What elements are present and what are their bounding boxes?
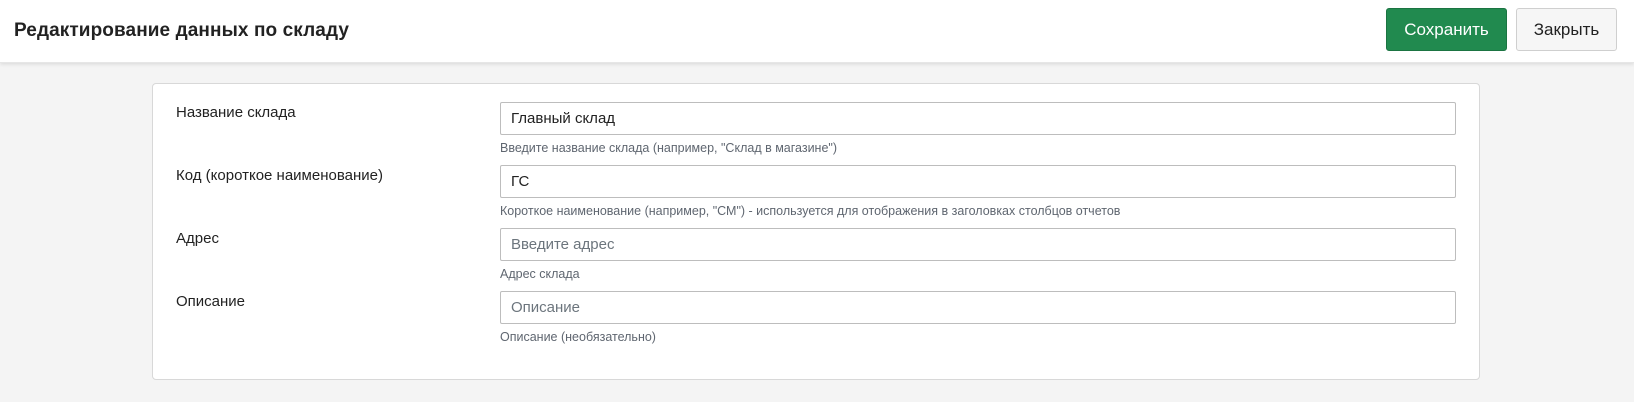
top-bar: Редактирование данных по складу Сохранит…: [0, 0, 1634, 63]
page-title: Редактирование данных по складу: [14, 20, 350, 41]
warehouse-address-help: Адрес склада: [500, 267, 580, 281]
warehouse-name-label: Название склада: [176, 104, 296, 121]
warehouse-description-input[interactable]: [500, 291, 1456, 324]
warehouse-code-label: Код (короткое наименование): [176, 167, 383, 184]
warehouse-name-input[interactable]: [500, 102, 1456, 135]
warehouse-description-help: Описание (необязательно): [500, 330, 656, 344]
warehouse-name-help: Введите название склада (например, "Скла…: [500, 141, 838, 155]
close-button[interactable]: Закрыть: [1516, 8, 1617, 51]
warehouse-code-help: Короткое наименование (например, "СМ") -…: [500, 204, 1121, 218]
warehouse-description-label: Описание: [176, 293, 246, 310]
warehouse-code-input[interactable]: [500, 165, 1456, 198]
save-button[interactable]: Сохранить: [1386, 8, 1507, 51]
warehouse-form-card: Название склада Введите название склада …: [152, 83, 1480, 380]
warehouse-address-label: Адрес: [176, 230, 219, 247]
warehouse-address-input[interactable]: [500, 228, 1456, 261]
